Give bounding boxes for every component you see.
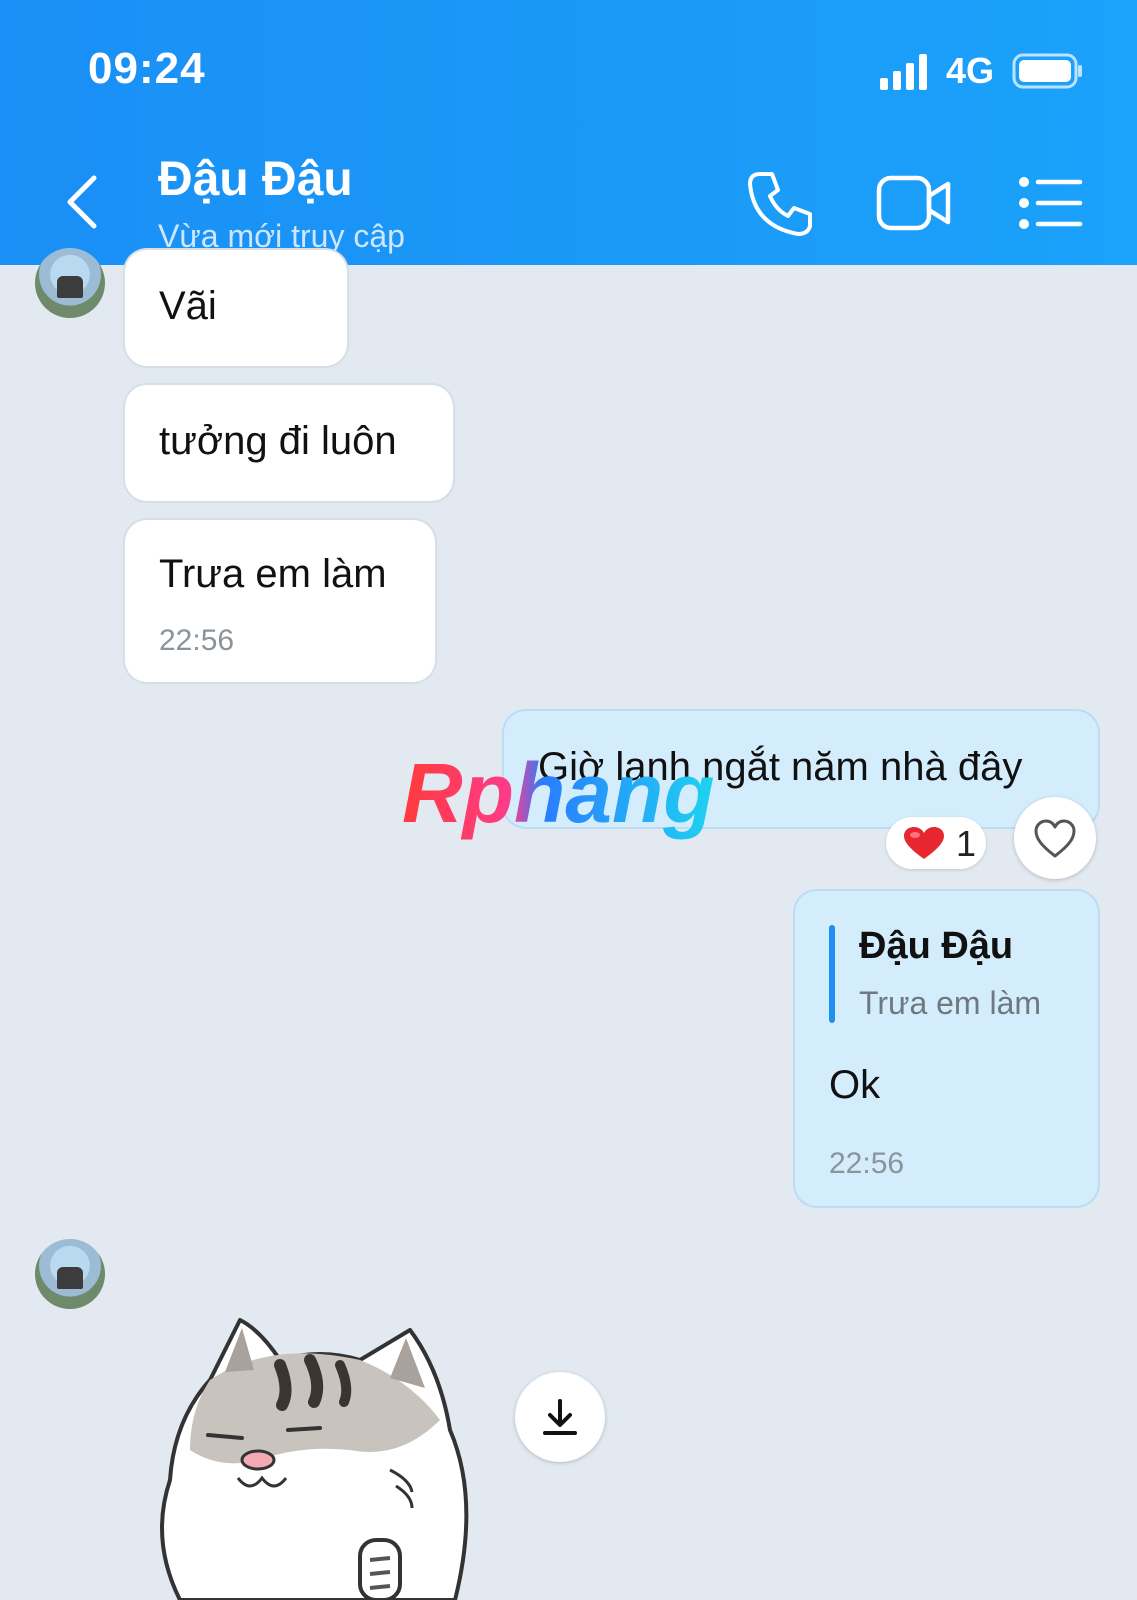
watermark-text: Rphang (402, 752, 715, 840)
heart-icon (904, 827, 944, 859)
avatar[interactable] (35, 1239, 105, 1309)
message-text: Ok (829, 1063, 881, 1107)
message-text: Trưa em làm (159, 552, 387, 596)
message-text: Vãi (159, 284, 217, 328)
avatar[interactable] (35, 248, 105, 318)
download-icon (543, 1399, 577, 1435)
quote-author: Đậu Đậu (859, 925, 1014, 967)
quote-text: Trưa em làm (859, 985, 1042, 1021)
like-icon (1034, 819, 1076, 858)
quote-bar (829, 925, 835, 1023)
status-time: 09:24 (88, 44, 206, 93)
network-label: 4G (946, 50, 995, 91)
signal-icon (880, 54, 927, 90)
like-button[interactable] (1014, 797, 1096, 879)
watermark-logo: Rphang (402, 752, 715, 840)
message-text: tưởng đi luôn (159, 419, 397, 463)
back-icon[interactable] (62, 172, 106, 232)
message-bubble[interactable]: Vãi (125, 250, 347, 366)
message-time: 22:56 (159, 624, 235, 657)
reaction-count: 1 (956, 823, 977, 864)
reply-bubble[interactable]: Đậu Đậu Trưa em làm Ok 22:56 (795, 891, 1098, 1206)
phone-icon[interactable] (746, 168, 816, 238)
reaction-badge[interactable]: 1 (886, 817, 986, 869)
cat-sticker[interactable] (150, 1310, 490, 1600)
download-button[interactable] (515, 1372, 605, 1462)
message-bubble[interactable]: Trưa em làm 22:56 (125, 520, 435, 682)
message-bubble[interactable]: tưởng đi luôn (125, 385, 453, 501)
message-time: 22:56 (829, 1147, 905, 1180)
menu-icon[interactable] (1018, 168, 1084, 238)
contact-name[interactable]: Đậu Đậu (158, 152, 353, 207)
video-icon[interactable] (876, 168, 952, 238)
chat-header: 09:24 4G Đậu Đậu Vừa mới truy cập (0, 0, 1137, 265)
battery-icon (1012, 53, 1082, 89)
